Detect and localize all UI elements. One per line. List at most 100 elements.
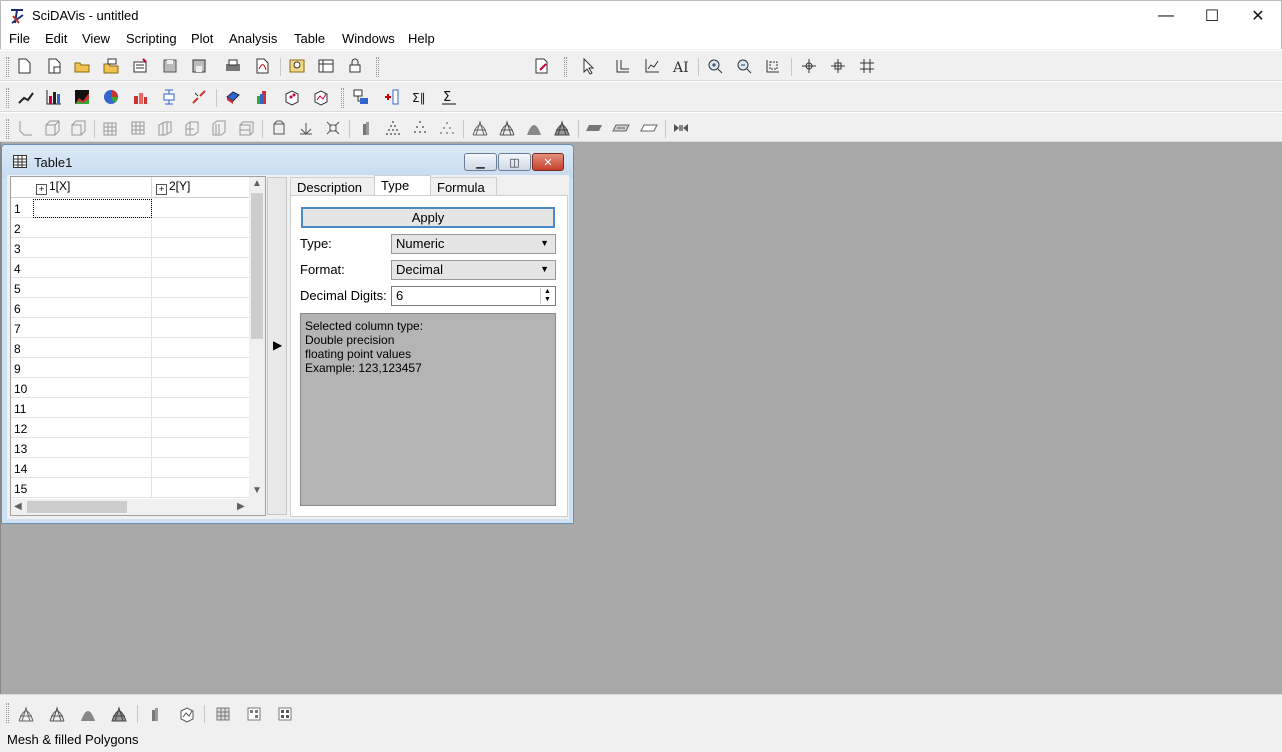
- pointer-icon[interactable]: [577, 55, 599, 77]
- grid-ceil-icon[interactable]: [208, 117, 230, 139]
- box-icon[interactable]: [41, 117, 63, 139]
- row-number[interactable]: 7: [14, 322, 32, 336]
- screen-reader-icon[interactable]: [827, 55, 849, 77]
- results-log-icon[interactable]: [315, 55, 337, 77]
- scroll-thumb[interactable]: [27, 501, 127, 513]
- undo-edit-icon[interactable]: [530, 55, 552, 77]
- sum-icon[interactable]: Σ∥: [409, 86, 431, 108]
- column-header-y[interactable]: + 2[Y]: [152, 177, 252, 198]
- table-cell[interactable]: [152, 298, 252, 318]
- perspective-icon[interactable]: [268, 117, 290, 139]
- table-cell[interactable]: [152, 338, 252, 358]
- scroll-left-icon[interactable]: ◀: [14, 501, 22, 512]
- vector-plot-icon[interactable]: [188, 86, 210, 108]
- table-restore-button[interactable]: ◫: [498, 153, 531, 171]
- grid-left-icon[interactable]: [127, 117, 149, 139]
- hidden-line-icon[interactable]: [46, 703, 68, 725]
- tab-formula[interactable]: Formula: [430, 177, 497, 196]
- save-as-icon[interactable]: [188, 55, 210, 77]
- close-button[interactable]: ✕: [1235, 1, 1281, 31]
- table-cell[interactable]: [152, 458, 252, 478]
- type-select[interactable]: Numeric ▼: [391, 234, 556, 254]
- scroll-up-icon[interactable]: ▲: [252, 178, 262, 189]
- save-icon[interactable]: [159, 55, 181, 77]
- floor-empty-icon[interactable]: [638, 117, 660, 139]
- zoom-in-icon[interactable]: [704, 55, 726, 77]
- grid-floor-icon[interactable]: [154, 117, 176, 139]
- fit-frame-icon[interactable]: [322, 117, 344, 139]
- add-column-icon[interactable]: [380, 86, 402, 108]
- panel-splitter[interactable]: ▶: [267, 177, 287, 515]
- menu-scripting[interactable]: Scripting: [126, 31, 177, 46]
- row-number[interactable]: 9: [14, 362, 32, 376]
- points-icon[interactable]: [382, 117, 404, 139]
- cones-icon[interactable]: [436, 117, 458, 139]
- row-number[interactable]: 2: [14, 222, 32, 236]
- row-number[interactable]: 4: [14, 262, 32, 276]
- lock-icon[interactable]: [344, 55, 366, 77]
- table-cell[interactable]: [32, 438, 152, 458]
- area-plot-icon[interactable]: [71, 86, 93, 108]
- 3d-ribbon-icon[interactable]: [222, 86, 244, 108]
- apply-button[interactable]: Apply: [301, 207, 555, 228]
- frame-icon[interactable]: [67, 117, 89, 139]
- rescale-icon[interactable]: [762, 55, 784, 77]
- table-cell[interactable]: [32, 478, 152, 498]
- floor-empty-icon[interactable]: [274, 703, 296, 725]
- table-cell[interactable]: [32, 418, 152, 438]
- menu-help[interactable]: Help: [408, 31, 435, 46]
- filled-mesh-icon[interactable]: [108, 703, 130, 725]
- line-plot-icon[interactable]: [15, 86, 37, 108]
- row-number[interactable]: 8: [14, 342, 32, 356]
- crosses-icon[interactable]: [409, 117, 431, 139]
- decimal-digits-spinbox[interactable]: 6 ▲ ▼: [391, 286, 556, 306]
- table-cell[interactable]: [152, 198, 252, 218]
- vertical-scrollbar[interactable]: ▲ ▼: [249, 177, 265, 500]
- row-number[interactable]: 11: [14, 402, 32, 416]
- new-project-icon[interactable]: [13, 55, 35, 77]
- menu-file[interactable]: File: [9, 31, 30, 46]
- selected-cell[interactable]: [33, 199, 152, 218]
- polygon-icon[interactable]: [77, 703, 99, 725]
- spin-arrows-icon[interactable]: ▲ ▼: [540, 288, 554, 304]
- polygon-icon[interactable]: [523, 117, 545, 139]
- zoom-out-icon[interactable]: [733, 55, 755, 77]
- row-number[interactable]: 5: [14, 282, 32, 296]
- print-icon[interactable]: [222, 55, 244, 77]
- bar-chart-icon[interactable]: [43, 86, 65, 108]
- row-number[interactable]: 12: [14, 422, 32, 436]
- export-pdf-icon[interactable]: [251, 55, 273, 77]
- row-number[interactable]: 6: [14, 302, 32, 316]
- bars-icon[interactable]: [144, 703, 166, 725]
- toolbar-grip[interactable]: [6, 703, 9, 723]
- box-plot-icon[interactable]: [158, 86, 180, 108]
- table-cell[interactable]: [32, 338, 152, 358]
- 3d-trajectory-icon[interactable]: [310, 86, 332, 108]
- toolbar-grip[interactable]: [376, 57, 379, 77]
- row-number[interactable]: 15: [14, 482, 32, 496]
- wireframe-icon[interactable]: [469, 117, 491, 139]
- table-close-button[interactable]: ✕: [532, 153, 564, 171]
- table-minimize-button[interactable]: ▁: [464, 153, 497, 171]
- menu-view[interactable]: View: [82, 31, 110, 46]
- layer-icon[interactable]: [612, 55, 634, 77]
- table-cell[interactable]: [32, 458, 152, 478]
- 3d-bars-icon[interactable]: [251, 86, 273, 108]
- row-number[interactable]: 3: [14, 242, 32, 256]
- scroll-right-icon[interactable]: ▶: [237, 501, 245, 512]
- hidden-line-icon[interactable]: [496, 117, 518, 139]
- row-number[interactable]: 14: [14, 462, 32, 476]
- horizontal-scrollbar[interactable]: ◀ ▶: [11, 499, 265, 515]
- axes-icon[interactable]: [641, 55, 663, 77]
- toolbar-grip[interactable]: [341, 88, 344, 108]
- row-number[interactable]: 10: [14, 382, 32, 396]
- bars-icon[interactable]: [355, 117, 377, 139]
- table-cell[interactable]: [32, 318, 152, 338]
- table-cell[interactable]: [152, 318, 252, 338]
- row-number[interactable]: 1: [14, 202, 32, 216]
- tab-description[interactable]: Description: [290, 177, 375, 196]
- scroll-down-icon[interactable]: ▼: [252, 485, 262, 496]
- menu-plot[interactable]: Plot: [191, 31, 213, 46]
- table-cell[interactable]: [152, 378, 252, 398]
- table-cell[interactable]: [152, 278, 252, 298]
